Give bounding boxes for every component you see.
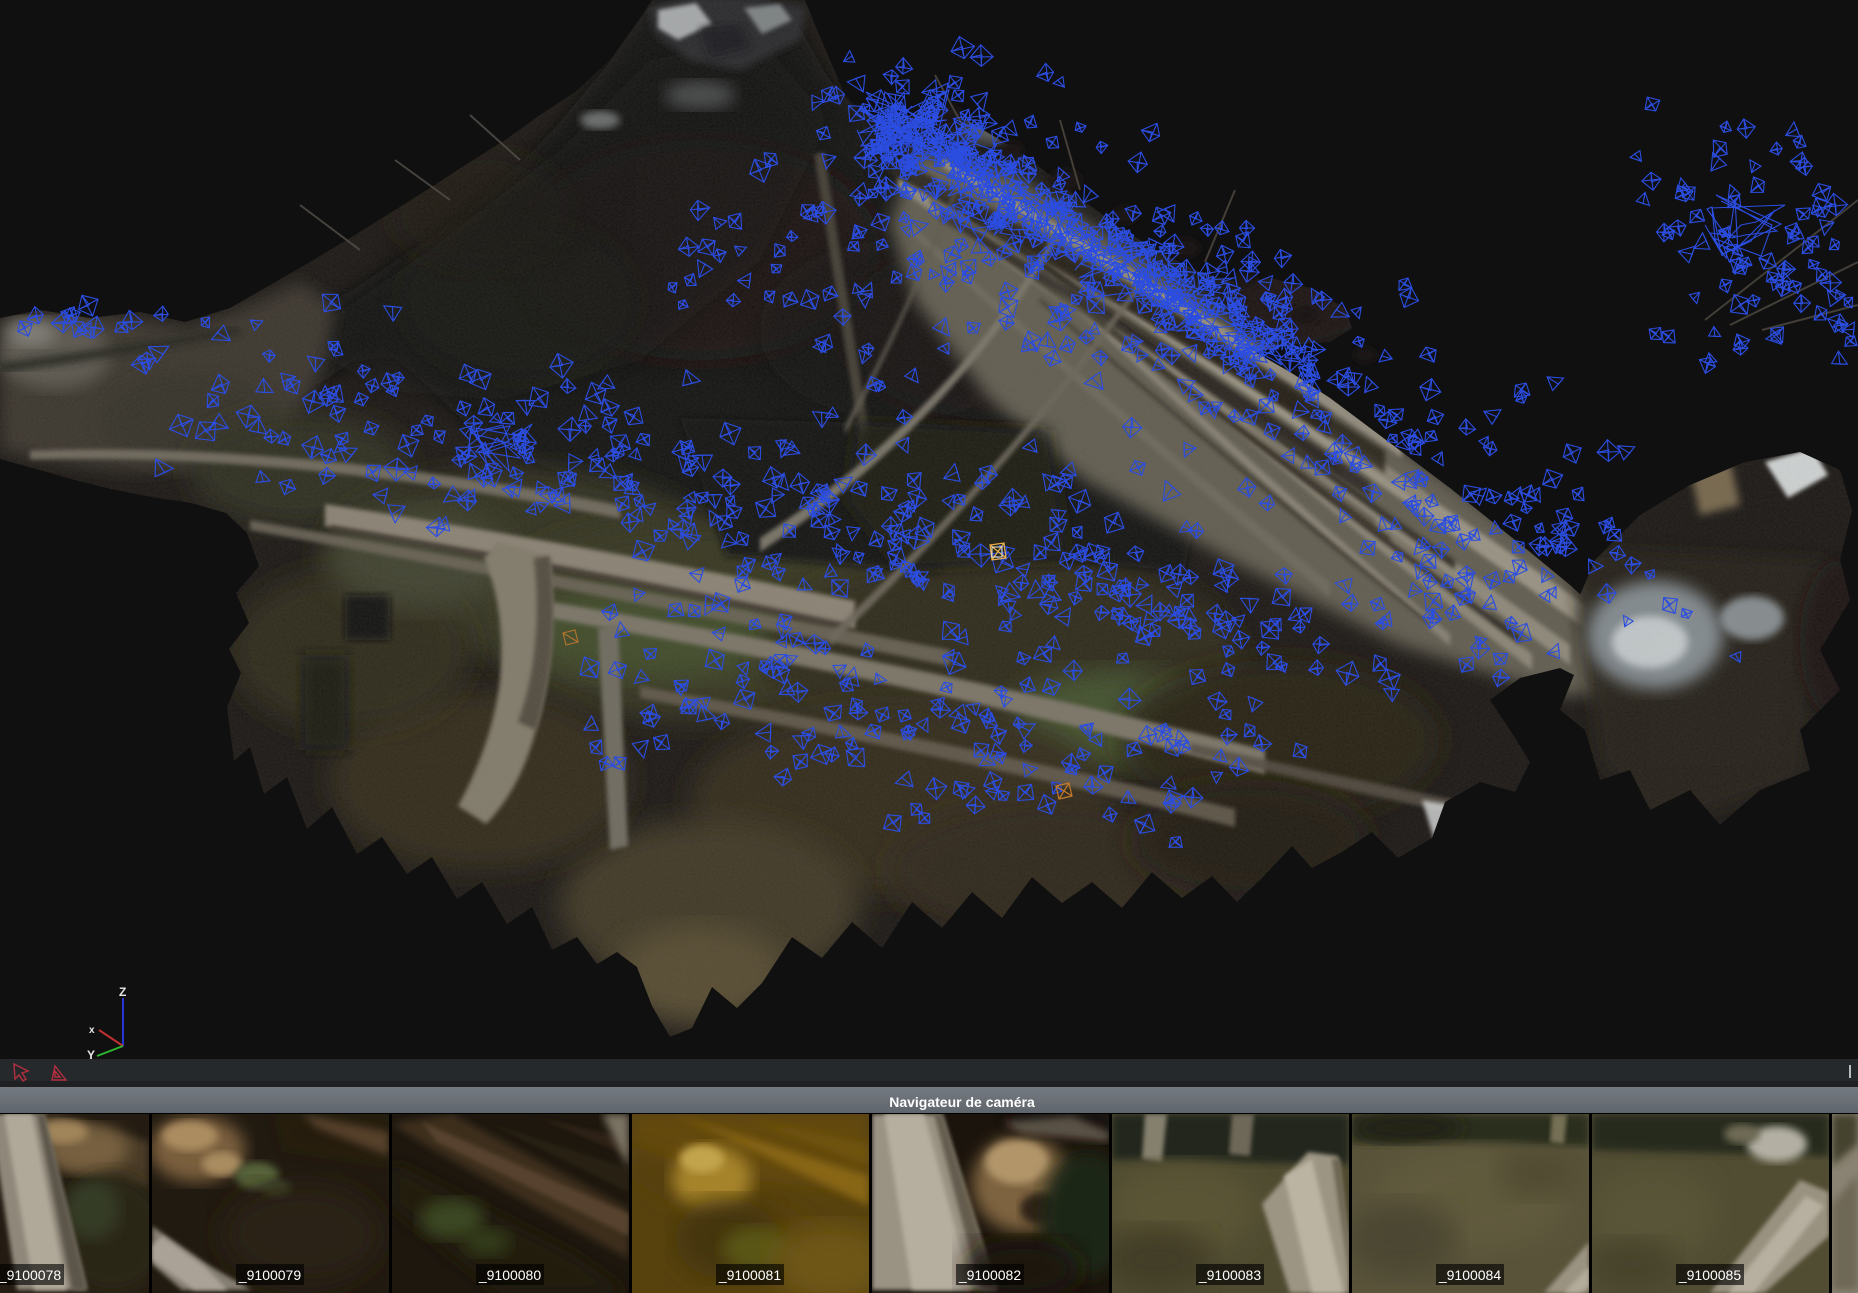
svg-text:_9100083: _9100083 xyxy=(1198,1267,1262,1283)
svg-text:_9100081: _9100081 xyxy=(718,1267,782,1283)
svg-text:_9100078: _9100078 xyxy=(0,1267,61,1283)
svg-text:_9100084: _9100084 xyxy=(1438,1267,1502,1283)
svg-text:x: x xyxy=(89,1025,95,1036)
svg-text:Navigateur de caméra: Navigateur de caméra xyxy=(889,1094,1035,1110)
svg-text:_9100085: _9100085 xyxy=(1678,1267,1742,1283)
svg-text:_9100082: _9100082 xyxy=(958,1267,1022,1283)
svg-text:Z: Z xyxy=(119,985,126,999)
svg-text:_9100080: _9100080 xyxy=(478,1267,542,1283)
svg-text:_9100079: _9100079 xyxy=(238,1267,302,1283)
